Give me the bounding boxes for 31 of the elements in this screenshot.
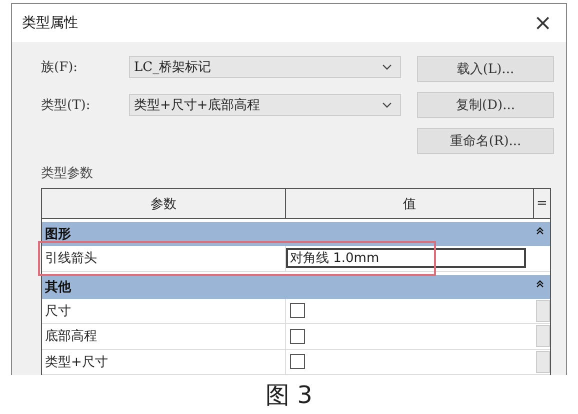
value-field[interactable]: 对角线 1.0mm — [286, 248, 526, 268]
row-handle[interactable] — [536, 325, 550, 348]
row-handle[interactable] — [536, 300, 550, 322]
field-label: 类型(T): — [41, 97, 92, 114]
dialog-button[interactable]: 载入(L)... — [417, 56, 554, 82]
checkbox[interactable] — [290, 328, 304, 344]
section-label: 类型参数 — [41, 165, 94, 182]
dialog-button[interactable]: 重命名(R)... — [417, 128, 554, 154]
caret-icon — [382, 64, 392, 70]
dropdown[interactable]: 类型+尺寸+底部高程 — [129, 94, 401, 116]
close-button[interactable]: × — [528, 10, 558, 36]
parameter-name: 引线箭头 — [42, 246, 286, 270]
parameter-name: 尺寸 — [42, 298, 286, 323]
caret-icon — [382, 102, 392, 108]
figure-caption: 图 3 — [266, 380, 312, 411]
row-handle[interactable] — [536, 350, 550, 373]
collapse-icon[interactable] — [536, 227, 544, 235]
checkbox[interactable] — [290, 303, 304, 318]
group-header[interactable]: 图形 — [42, 222, 550, 246]
parameter-name: 底部高程 — [42, 324, 286, 348]
column-header[interactable]: = — [533, 189, 550, 218]
column-header[interactable]: 参数 — [42, 189, 286, 218]
window-title: 类型属性 — [22, 14, 78, 32]
dropdown[interactable]: LC_桥架标记 — [129, 56, 401, 78]
parameter-name: 类型+尺寸 — [42, 350, 286, 374]
checkbox[interactable] — [290, 354, 304, 370]
dialog-button[interactable]: 复制(D)... — [417, 92, 554, 118]
field-label: 族(F): — [41, 59, 79, 76]
column-header[interactable]: 值 — [286, 189, 533, 218]
group-header[interactable]: 其他 — [42, 274, 550, 298]
collapse-icon[interactable] — [536, 280, 544, 288]
